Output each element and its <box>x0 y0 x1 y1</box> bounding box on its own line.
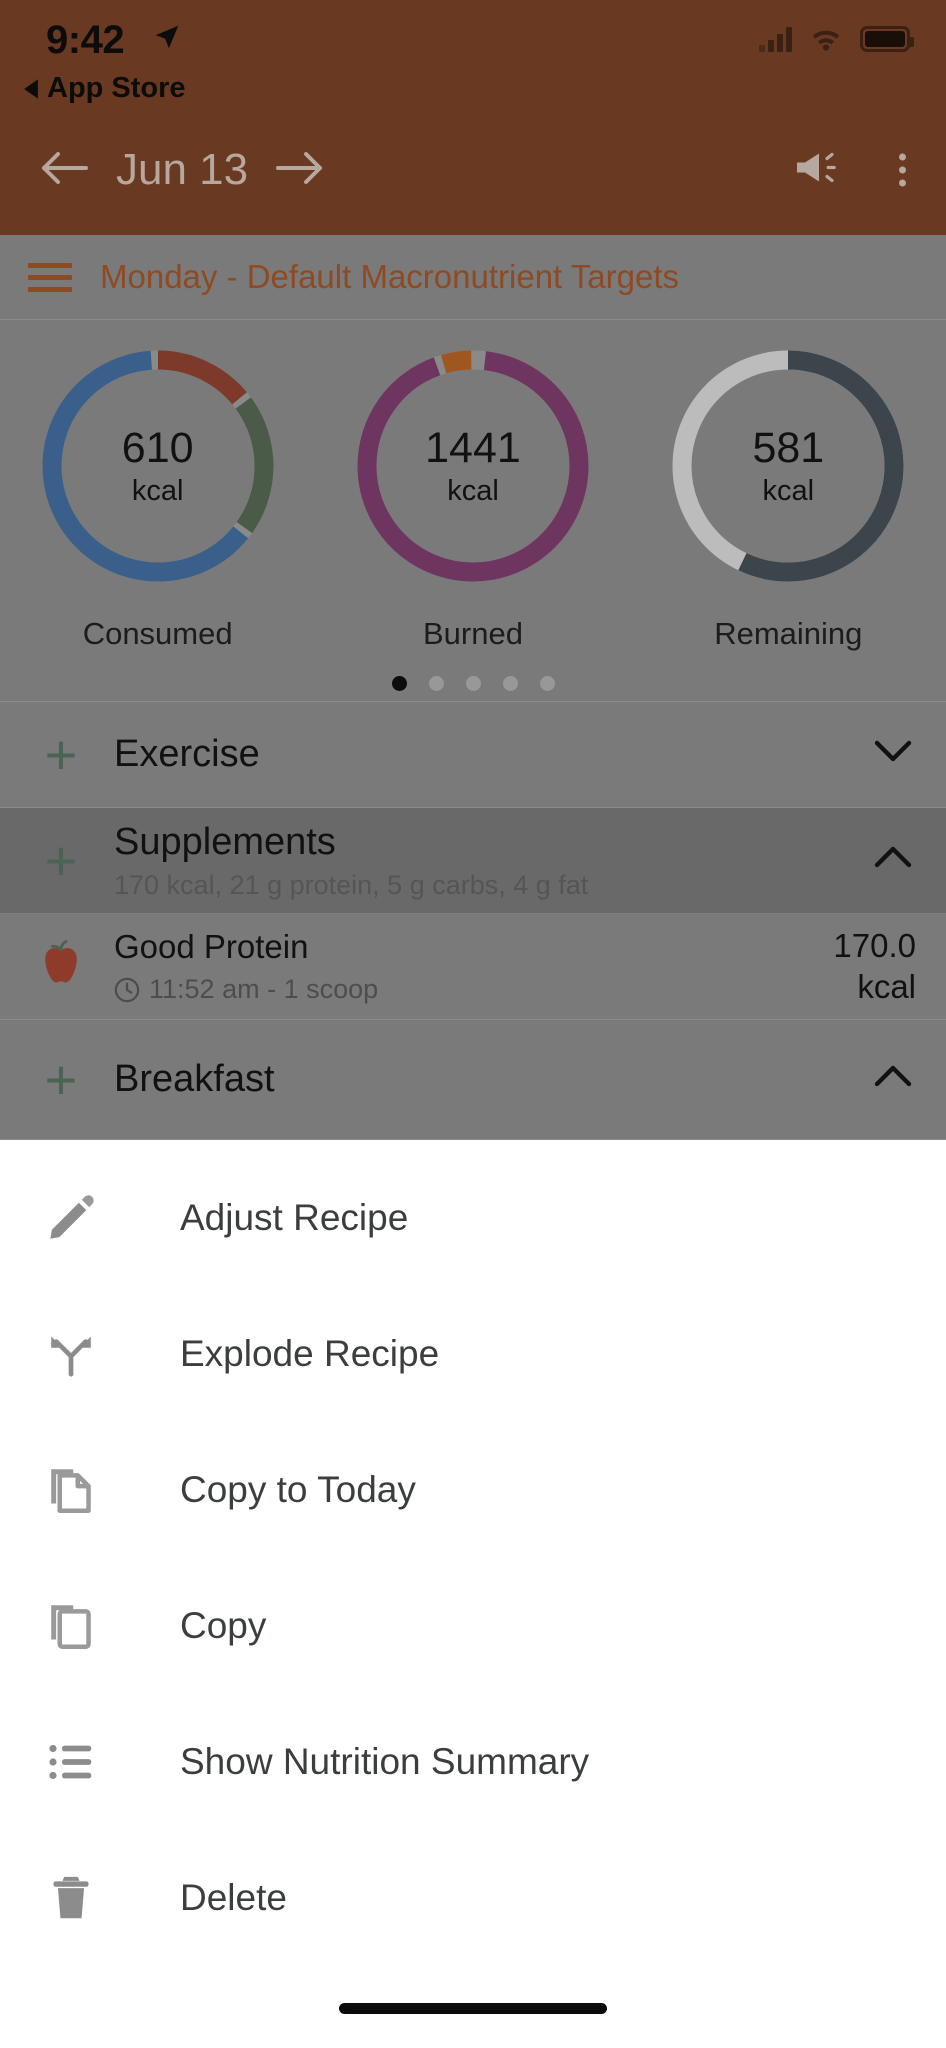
supplements-title: Supplements <box>114 821 870 864</box>
menu-item-label: Show Nutrition Summary <box>140 1741 589 1783</box>
remaining-label: Remaining <box>714 616 862 652</box>
page-dot-2[interactable] <box>429 676 444 691</box>
trash-icon <box>44 1871 140 1925</box>
apple-icon <box>30 938 92 995</box>
next-day-button[interactable] <box>274 148 326 193</box>
burned-label: Burned <box>423 616 523 652</box>
food-list-item[interactable]: Good Protein 11:52 am - 1 scoop 170.0 kc… <box>0 914 946 1020</box>
hamburger-icon[interactable] <box>28 263 72 292</box>
donut-card-consumed[interactable]: 610 kcal Consumed <box>8 342 308 652</box>
page-dot-4[interactable] <box>503 676 518 691</box>
status-bar-indicators <box>759 26 910 52</box>
copy-icon <box>44 1599 140 1653</box>
list-icon <box>44 1735 140 1789</box>
menu-item-label: Copy <box>140 1605 266 1647</box>
context-action-sheet: Adjust Recipe Explode Recipe Copy to <box>0 1150 946 2048</box>
calorie-summary-panel: 610 kcal Consumed <box>0 320 946 702</box>
add-supplement-plus-icon[interactable]: + <box>30 833 92 889</box>
menu-item-copy-to-today[interactable]: Copy to Today <box>0 1422 946 1558</box>
back-triangle-icon <box>22 78 40 100</box>
burned-value: 1441 <box>425 424 521 473</box>
chevron-up-icon[interactable] <box>870 845 916 876</box>
breakfast-chevron-icon[interactable] <box>870 1064 916 1095</box>
consumed-unit: kcal <box>132 475 184 508</box>
consumed-value: 610 <box>122 424 194 473</box>
exercise-title: Exercise <box>114 733 870 776</box>
megaphone-icon[interactable] <box>793 148 841 193</box>
battery-icon <box>860 26 910 52</box>
add-breakfast-plus-icon[interactable]: + <box>30 1052 92 1108</box>
consumed-label: Consumed <box>83 616 233 652</box>
remaining-donut-chart: 581 kcal <box>664 342 912 590</box>
donut-row: 610 kcal Consumed <box>0 342 946 652</box>
food-calories-value: 170.0 <box>833 926 916 966</box>
day-header-title: Monday - Default Macronutrient Targets <box>100 258 679 296</box>
section-row-supplements[interactable]: + Supplements 170 kcal, 21 g protein, 5 … <box>0 808 946 914</box>
donut-card-remaining[interactable]: 581 kcal Remaining <box>638 342 938 652</box>
current-date-label[interactable]: Jun 13 <box>116 145 248 195</box>
menu-item-show-nutrition-summary[interactable]: Show Nutrition Summary <box>0 1694 946 1830</box>
add-exercise-plus-icon[interactable]: + <box>30 727 92 783</box>
menu-item-label: Copy to Today <box>140 1469 416 1511</box>
status-bar-time: 9:42 <box>46 18 124 63</box>
consumed-donut-chart: 610 kcal <box>34 342 282 590</box>
menu-item-explode-recipe[interactable]: Explode Recipe <box>0 1286 946 1422</box>
section-row-breakfast[interactable]: + Breakfast <box>0 1020 946 1140</box>
menu-item-delete[interactable]: Delete <box>0 1830 946 1966</box>
burned-donut-chart: 1441 kcal <box>349 342 597 590</box>
branch-icon <box>44 1327 140 1381</box>
location-arrow-icon <box>152 22 182 57</box>
remaining-value: 581 <box>752 424 824 473</box>
cellular-signal-icon <box>759 26 792 52</box>
breakfast-title: Breakfast <box>114 1058 870 1101</box>
back-to-app-store-button[interactable]: App Store <box>22 72 186 105</box>
previous-day-button[interactable] <box>38 148 90 193</box>
back-to-app-store-label: App Store <box>47 72 186 105</box>
donut-card-burned[interactable]: 1441 kcal Burned <box>323 342 623 652</box>
page-dot-3[interactable] <box>466 676 481 691</box>
menu-item-copy[interactable]: Copy <box>0 1558 946 1694</box>
page-indicator-dots[interactable] <box>0 676 946 691</box>
section-row-exercise[interactable]: + Exercise <box>0 702 946 808</box>
home-indicator[interactable] <box>339 2003 607 2014</box>
page-dot-5[interactable] <box>540 676 555 691</box>
menu-item-label: Delete <box>140 1877 287 1919</box>
food-calories: 170.0 kcal <box>833 926 916 1007</box>
supplements-subtitle: 170 kcal, 21 g protein, 5 g carbs, 4 g f… <box>114 870 870 901</box>
copy-file-icon <box>44 1463 140 1517</box>
page-dot-1[interactable] <box>392 676 407 691</box>
menu-item-label: Adjust Recipe <box>140 1197 408 1239</box>
wifi-icon <box>809 26 843 52</box>
navigation-bar: Jun 13 <box>0 105 946 235</box>
three-dot-menu-icon[interactable] <box>893 148 912 193</box>
phone-screen: 9:42 App Store <box>0 0 946 2048</box>
chevron-down-icon[interactable] <box>870 739 916 770</box>
remaining-unit: kcal <box>763 475 815 508</box>
food-meta: 11:52 am - 1 scoop <box>149 974 378 1005</box>
burned-unit: kcal <box>447 475 499 508</box>
diary-content: Monday - Default Macronutrient Targets <box>0 235 946 1140</box>
clock-icon <box>114 977 140 1003</box>
pencil-icon <box>44 1191 140 1245</box>
menu-item-label: Explode Recipe <box>140 1333 439 1375</box>
food-calories-unit: kcal <box>833 967 916 1007</box>
menu-item-adjust-recipe[interactable]: Adjust Recipe <box>0 1150 946 1286</box>
food-name: Good Protein <box>114 928 833 966</box>
status-bar: 9:42 App Store <box>0 0 946 105</box>
day-header[interactable]: Monday - Default Macronutrient Targets <box>0 235 946 320</box>
